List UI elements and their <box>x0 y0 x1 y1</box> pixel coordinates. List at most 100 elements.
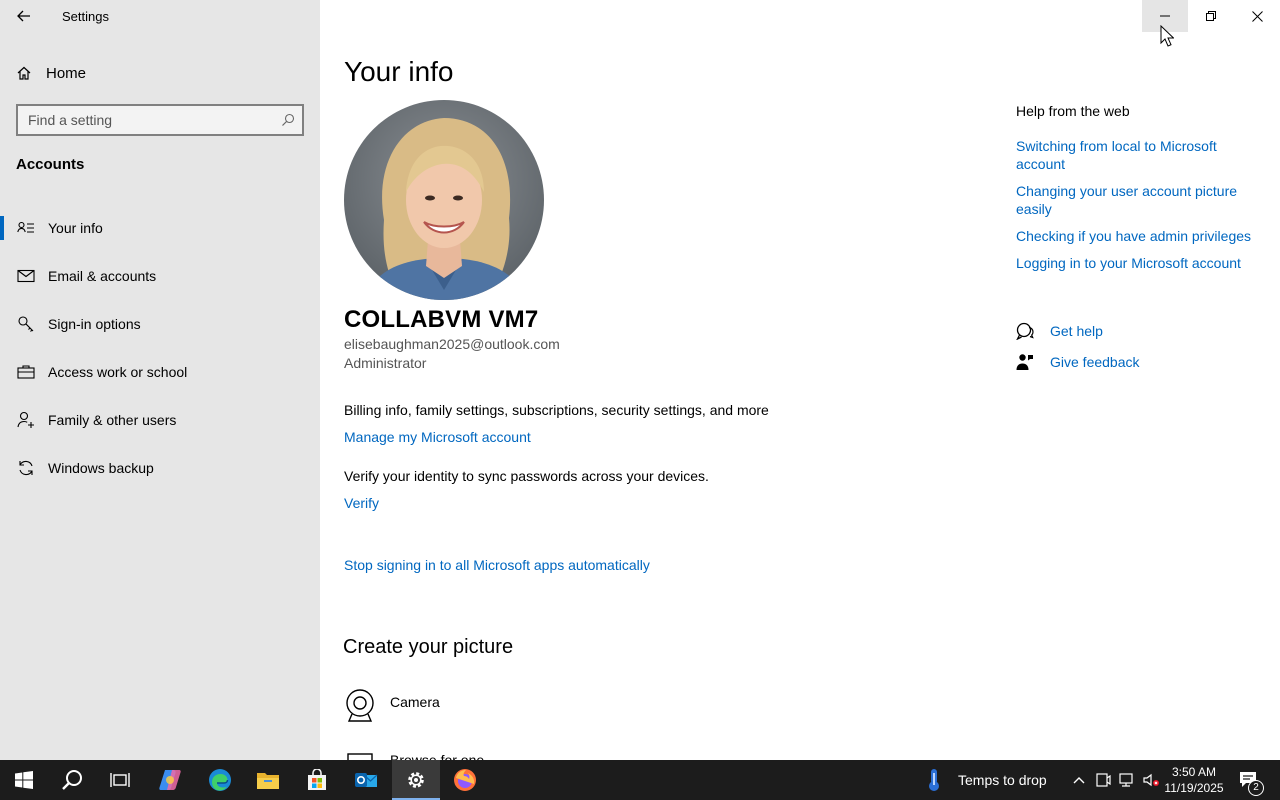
clock-date: 11/19/2025 <box>1164 781 1224 795</box>
give-feedback-label: Give feedback <box>1050 354 1140 370</box>
sidebar-item-label: Email & accounts <box>48 268 157 284</box>
search-icon <box>62 770 82 790</box>
avatar <box>344 100 544 300</box>
meet-now-icon <box>1096 773 1111 787</box>
network-icon <box>1119 773 1133 787</box>
volume-button[interactable] <box>1140 760 1162 800</box>
help-panel: Help from the web Switching from local t… <box>1016 103 1266 281</box>
store-button[interactable] <box>293 760 341 800</box>
sidebar-item-email-accounts[interactable]: Email & accounts <box>0 252 320 300</box>
page-title: Your info <box>344 56 454 87</box>
edge-icon <box>209 769 231 791</box>
volume-muted-icon <box>1143 773 1159 787</box>
taskbar: Temps to drop 3:50 AM 11/19/2025 <box>0 760 1280 800</box>
taskbar-search-button[interactable] <box>48 760 96 800</box>
sidebar-item-family-other-users[interactable]: Family & other users <box>0 396 320 444</box>
get-help-label: Get help <box>1050 323 1103 339</box>
help-link-logging-in[interactable]: Logging in to your Microsoft account <box>1016 254 1266 272</box>
chat-help-icon <box>1016 322 1034 340</box>
sidebar-item-label: Windows backup <box>48 460 154 476</box>
network-button[interactable] <box>1116 760 1138 800</box>
task-view-icon <box>110 773 130 787</box>
copilot-button[interactable] <box>146 760 194 800</box>
weather-text: Temps to drop <box>958 772 1047 788</box>
sidebar-item-access-work-or-school[interactable]: Access work or school <box>0 348 320 396</box>
user-role: Administrator <box>344 355 427 371</box>
sidebar-item-sign-in-options[interactable]: Sign-in options <box>0 300 320 348</box>
clock-time: 3:50 AM <box>1171 765 1217 779</box>
help-link-admin-privileges[interactable]: Checking if you have admin privileges <box>1016 227 1266 245</box>
camera-icon <box>344 688 376 729</box>
start-button[interactable] <box>0 760 48 800</box>
close-icon <box>1251 10 1263 22</box>
sync-icon <box>16 458 36 478</box>
firefox-icon <box>454 769 476 791</box>
tray-app-button[interactable] <box>1092 760 1114 800</box>
main-content: Your info COLLABVM VM7 elisebaughman2025… <box>320 0 1280 760</box>
camera-option[interactable]: Camera <box>344 688 440 729</box>
user-name: COLLABVM VM7 <box>344 306 539 333</box>
mail-icon <box>16 266 36 286</box>
settings-icon <box>408 772 424 788</box>
outlook-button[interactable] <box>342 760 390 800</box>
outlook-icon <box>355 773 378 787</box>
get-help-link[interactable]: Get help <box>1016 322 1103 340</box>
verify-link[interactable]: Verify <box>344 495 379 511</box>
give-feedback-link[interactable]: Give feedback <box>1016 353 1140 371</box>
briefcase-icon <box>16 362 36 382</box>
help-title: Help from the web <box>1016 103 1130 119</box>
sidebar-item-label: Your info <box>48 220 103 236</box>
sidebar-item-your-info[interactable]: Your info <box>0 204 320 252</box>
search-box[interactable] <box>16 104 304 136</box>
back-button[interactable] <box>8 4 40 28</box>
camera-label: Camera <box>390 694 440 710</box>
manage-account-link[interactable]: Manage my Microsoft account <box>344 429 531 445</box>
firefox-button[interactable] <box>441 760 489 800</box>
home-label: Home <box>46 64 87 82</box>
show-hidden-icons-button[interactable] <box>1068 760 1090 800</box>
start-icon <box>15 771 33 789</box>
create-picture-heading: Create your picture <box>343 636 514 658</box>
help-link-change-picture[interactable]: Changing your user account picture easil… <box>1016 182 1266 218</box>
chevron-up-icon <box>1073 777 1085 784</box>
close-button[interactable] <box>1234 0 1280 32</box>
sidebar-item-label: Sign-in options <box>48 316 141 332</box>
sidebar-item-windows-backup[interactable]: Windows backup <box>0 444 320 492</box>
copilot-icon <box>159 770 181 790</box>
stop-signing-in-link[interactable]: Stop signing in to all Microsoft apps au… <box>344 557 650 573</box>
billing-text: Billing info, family settings, subscript… <box>344 402 769 418</box>
task-view-button[interactable] <box>96 760 144 800</box>
browse-label: Browse for one <box>390 752 485 760</box>
file-explorer-button[interactable] <box>244 760 292 800</box>
clock[interactable]: 3:50 AM 11/19/2025 <box>1162 764 1226 796</box>
file-explorer-icon <box>257 773 279 789</box>
store-icon <box>308 769 326 790</box>
sidebar-item-label: Access work or school <box>48 364 188 380</box>
section-heading: Accounts <box>16 156 85 173</box>
app-title: Settings <box>62 9 109 24</box>
search-input[interactable] <box>18 106 274 134</box>
mouse-cursor <box>1160 25 1174 47</box>
minimize-icon <box>1160 15 1170 17</box>
contact-card-icon <box>16 218 36 238</box>
weather-widget[interactable]: Temps to drop <box>924 760 1047 800</box>
thermometer-icon <box>929 769 939 791</box>
sidebar-nav: Your info Email & accounts Sign-in optio… <box>0 204 320 492</box>
restore-icon <box>1206 11 1216 21</box>
sidebar: Settings Home Accounts Your info Email &… <box>0 0 320 760</box>
sidebar-item-label: Family & other users <box>48 412 177 428</box>
browse-option[interactable]: Browse for one <box>344 746 484 760</box>
home-nav[interactable]: Home <box>16 62 86 84</box>
help-link-switch-account[interactable]: Switching from local to Microsoft accoun… <box>1016 137 1266 173</box>
key-icon <box>16 314 36 334</box>
feedback-icon <box>1016 354 1033 370</box>
edge-button[interactable] <box>196 760 244 800</box>
browse-icon <box>344 746 376 760</box>
user-email: elisebaughman2025@outlook.com <box>344 336 560 352</box>
restore-button[interactable] <box>1188 0 1234 32</box>
home-icon <box>17 66 31 80</box>
add-person-icon <box>16 410 36 430</box>
search-icon[interactable] <box>274 113 302 127</box>
verify-text: Verify your identity to sync passwords a… <box>344 468 709 484</box>
settings-taskbar-button[interactable] <box>392 760 440 800</box>
